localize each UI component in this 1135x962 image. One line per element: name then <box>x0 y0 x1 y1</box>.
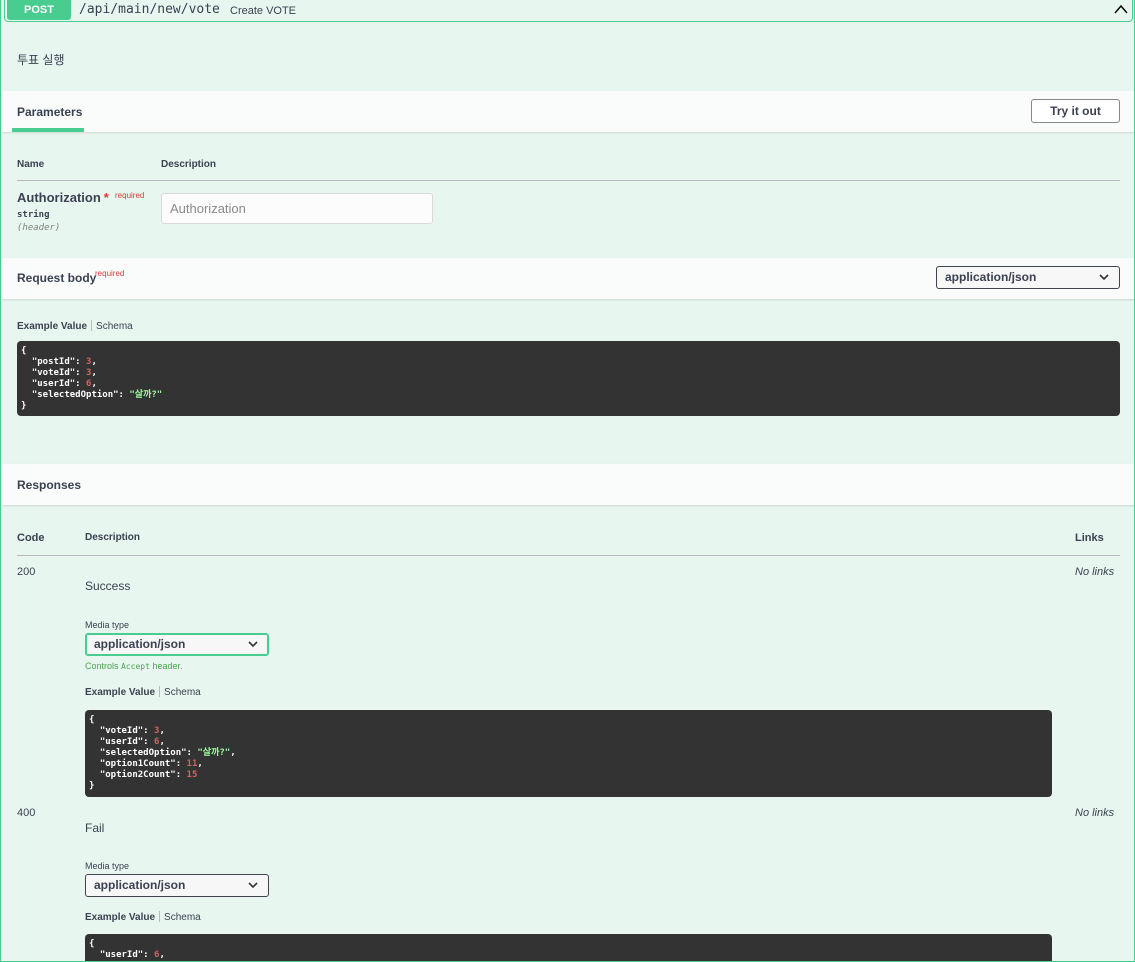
column-links-header: Links <box>1075 532 1104 544</box>
response-example-tabs-400: Example Value Schema <box>85 911 201 923</box>
responses-header: Responses <box>2 464 1134 505</box>
response-description-400: Fail <box>85 821 105 835</box>
responses-divider <box>17 555 1120 556</box>
tab-separator <box>159 911 161 922</box>
column-description-header: Description <box>161 159 217 170</box>
parameter-name: Authorization * <box>17 190 109 205</box>
request-example-code: { "postId": 3, "voteId": 3, "userId": 6,… <box>17 341 1120 416</box>
tab-separator <box>159 686 161 697</box>
parameter-location: (header) <box>17 223 61 233</box>
media-type-value-400: application/json <box>94 878 186 892</box>
response-links-200: No links <box>1075 566 1115 578</box>
responses-title: Responses <box>17 478 82 492</box>
request-content-type-select[interactable]: application/json <box>936 266 1120 289</box>
response-example-code-400: { "userId": 6, <box>85 934 1052 961</box>
media-type-label-400: Media type <box>85 861 130 871</box>
tab-example-value[interactable]: Example Value <box>17 321 87 332</box>
media-type-select-200[interactable]: application/json <box>85 633 269 656</box>
parameter-type: string <box>17 210 50 220</box>
parameters-header: Parameters Try it out <box>2 91 1134 132</box>
request-body-title: Request body <box>17 271 97 285</box>
tab-example-value[interactable]: Example Value <box>85 912 155 923</box>
required-label: required <box>115 191 145 200</box>
parameters-divider <box>17 180 1120 181</box>
media-type-label-200: Media type <box>85 620 130 630</box>
request-body-required: required <box>95 269 125 278</box>
try-it-out-button[interactable]: Try it out <box>1031 99 1120 123</box>
response-description-200: Success <box>85 579 131 593</box>
response-code-200: 200 <box>17 566 36 578</box>
request-content-type-value: application/json <box>945 270 1037 284</box>
operation-description: 투표 실행 <box>17 53 65 67</box>
tab-schema[interactable]: Schema <box>96 321 133 332</box>
authorization-input[interactable] <box>161 193 433 224</box>
operation-summary[interactable]: POST /api/main/new/vote Create VOTE <box>4 0 1133 22</box>
post-operation-block: POST /api/main/new/vote Create VOTE 투표 실… <box>0 0 1135 962</box>
tab-schema[interactable]: Schema <box>164 912 201 923</box>
media-type-select-400[interactable]: application/json <box>85 874 269 897</box>
tab-separator <box>91 320 93 331</box>
controls-note-prefix: Controls <box>85 661 119 671</box>
endpoint-path: /api/main/new/vote <box>79 2 220 17</box>
controls-note-suffix: header. <box>152 661 183 671</box>
endpoint-summary: Create VOTE <box>230 5 297 17</box>
tab-parameters[interactable]: Parameters <box>17 105 82 119</box>
response-example-code-200: { "voteId": 3, "userId": 6, "selectedOpt… <box>85 710 1052 797</box>
parameter-name-text: Authorization <box>17 190 101 205</box>
media-type-value-200: application/json <box>94 637 186 651</box>
active-tab-indicator <box>12 128 84 132</box>
required-star: * <box>103 190 109 205</box>
tab-schema[interactable]: Schema <box>164 687 201 698</box>
request-example-tabs: Example Value Schema <box>17 320 133 332</box>
column-code-header: Code <box>17 532 45 544</box>
column-name-header: Name <box>17 159 45 170</box>
chevron-up-icon[interactable] <box>1114 3 1128 17</box>
method-badge: POST <box>7 0 71 20</box>
controls-accept-note: Controls Accept header. <box>85 661 182 671</box>
chevron-down-icon <box>1099 274 1109 281</box>
request-body-header: Request body required application/json <box>2 258 1134 299</box>
chevron-down-icon <box>248 641 258 648</box>
response-links-400: No links <box>1075 807 1115 819</box>
response-example-tabs-200: Example Value Schema <box>85 686 201 698</box>
response-code-400: 400 <box>17 807 36 819</box>
chevron-down-icon <box>248 882 258 889</box>
column-response-description-header: Description <box>85 532 141 543</box>
controls-note-code: Accept <box>121 662 150 671</box>
tab-example-value[interactable]: Example Value <box>85 687 155 698</box>
